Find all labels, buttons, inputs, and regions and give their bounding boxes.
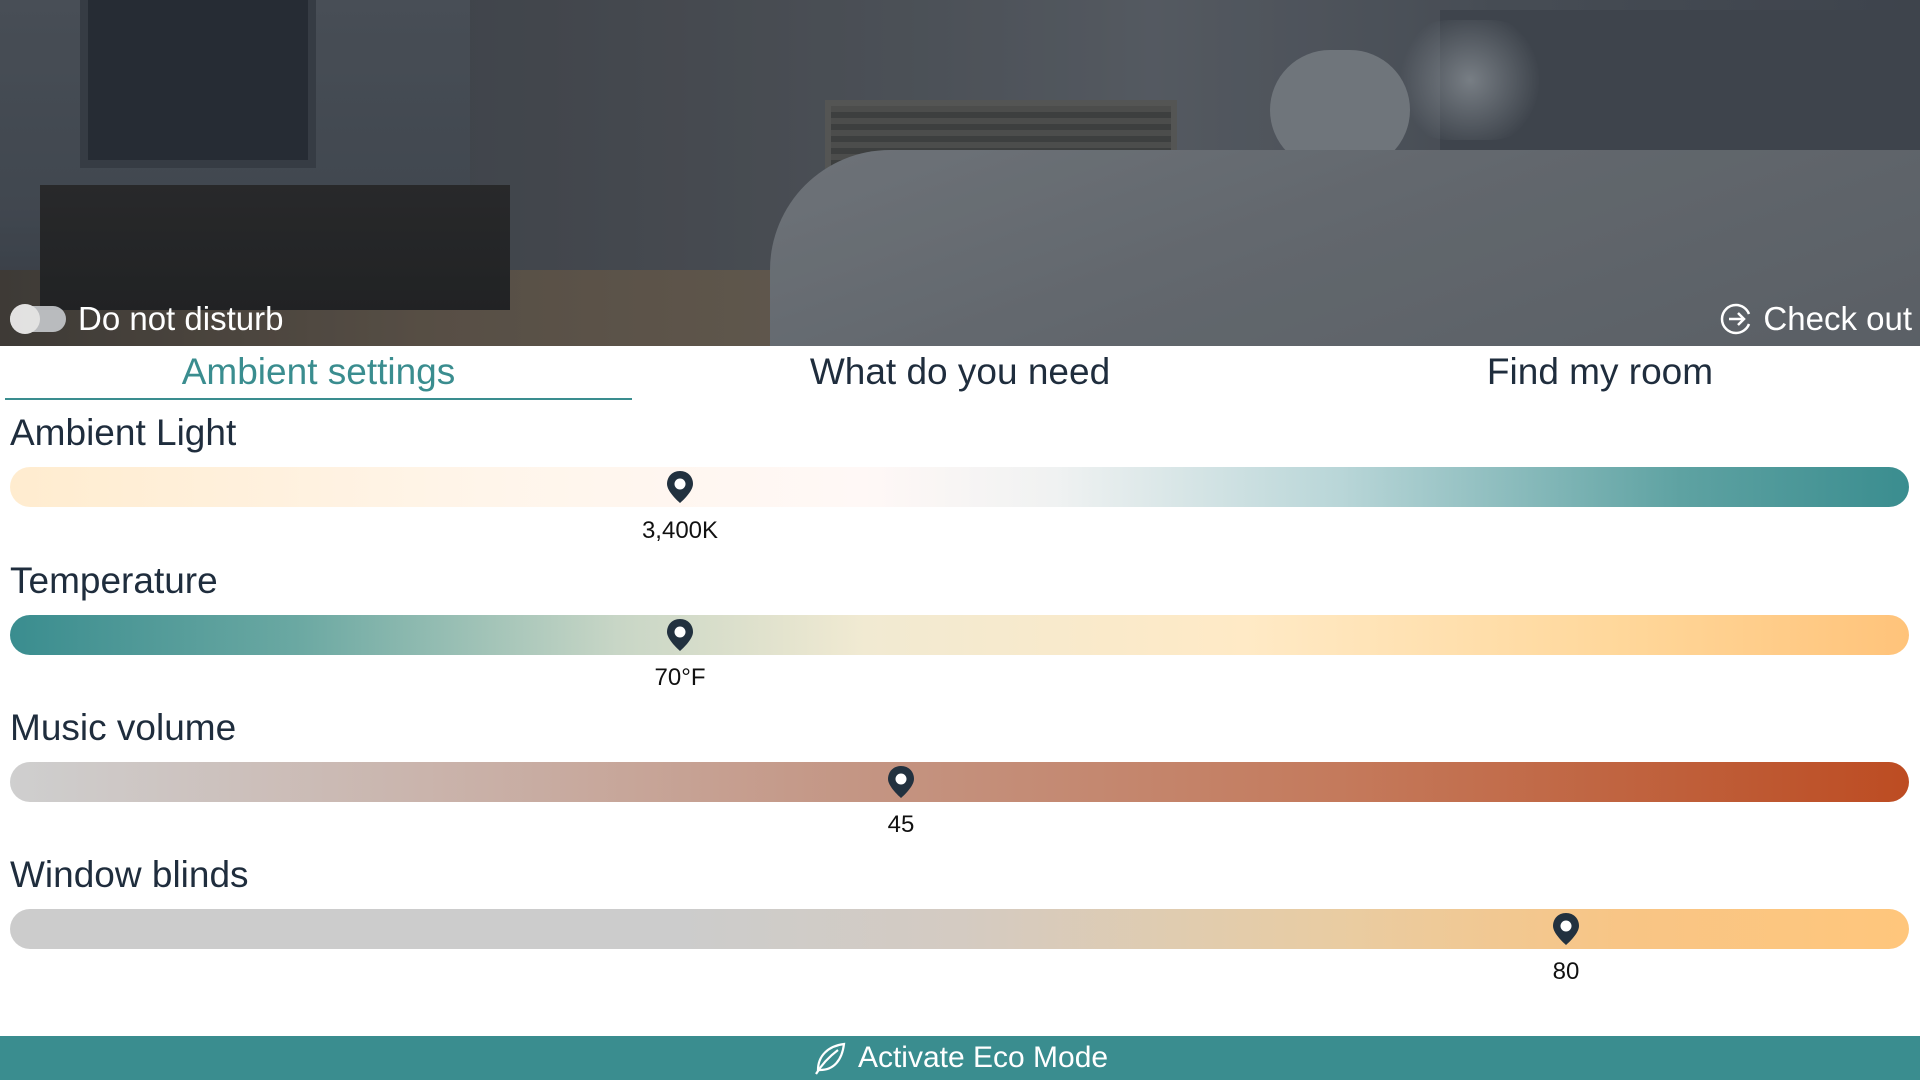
tab-ambient-settings[interactable]: Ambient settings (5, 346, 632, 400)
activate-eco-mode-label: Activate Eco Mode (857, 1041, 1109, 1074)
room-photo (0, 0, 1920, 346)
music-volume-title: Music volume (10, 707, 237, 748)
ambient-light-handle[interactable] (665, 470, 695, 504)
music-volume-value: 45 (887, 811, 915, 838)
activate-eco-mode-button[interactable]: Activate Eco Mode (0, 1036, 1920, 1080)
temperature-slider[interactable] (10, 615, 1909, 655)
temperature-value: 70°F (654, 664, 706, 691)
ambient-light-value: 3,400K (641, 517, 719, 544)
window-blinds-title: Window blinds (10, 854, 249, 895)
window-blinds-value: 80 (1552, 958, 1580, 985)
music-volume-slider[interactable] (10, 762, 1909, 802)
music-volume-handle[interactable] (886, 765, 916, 799)
toggle-knob (10, 304, 40, 334)
window-blinds-handle[interactable] (1551, 912, 1581, 946)
leaf-icon (814, 1042, 846, 1075)
do-not-disturb-label: Do not disturb (78, 300, 284, 337)
window-blinds-slider[interactable] (10, 909, 1909, 949)
do-not-disturb-toggle[interactable]: Do not disturb (10, 300, 283, 338)
toggle-switch[interactable] (10, 304, 66, 334)
temperature-title: Temperature (10, 560, 218, 601)
photo-overlay (0, 0, 1920, 346)
ambient-light-slider[interactable] (10, 467, 1909, 507)
tab-what-do-you-need[interactable]: What do you need (640, 346, 1280, 398)
logout-arrow-icon (1721, 303, 1751, 335)
check-out-button[interactable]: Check out (1719, 300, 1912, 338)
temperature-handle[interactable] (665, 618, 695, 652)
tab-bar: Ambient settings What do you need Find m… (0, 346, 1920, 401)
check-out-label: Check out (1763, 300, 1912, 337)
ambient-light-title: Ambient Light (10, 412, 237, 453)
tab-find-my-room[interactable]: Find my room (1280, 346, 1920, 398)
